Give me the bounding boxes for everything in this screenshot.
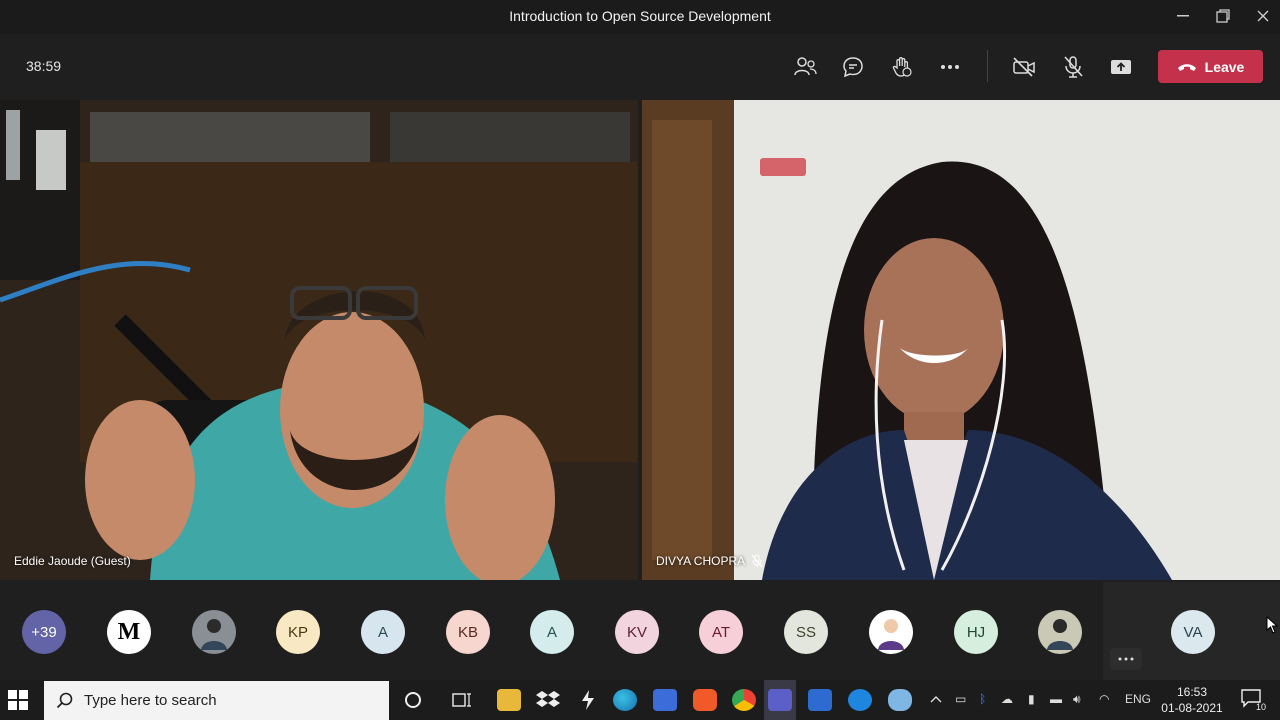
share-tray-icon	[1111, 60, 1131, 74]
language-indicator[interactable]: ENG	[1125, 692, 1151, 706]
more-participants-button[interactable]	[1110, 648, 1142, 670]
bluetooth-icon[interactable]: ᛒ	[979, 692, 986, 706]
participant-avatar[interactable]: KP	[276, 610, 320, 654]
windows-start-icon[interactable]	[8, 690, 28, 710]
avatar-initials: M	[117, 618, 141, 645]
window-title: Introduction to Open Source Development	[509, 8, 771, 24]
avatar-initials: HJ	[966, 623, 986, 641]
participant-avatar[interactable]: KV	[615, 610, 659, 654]
avatar-initials: A	[377, 623, 388, 641]
leave-button[interactable]: Leave	[1158, 50, 1263, 83]
minimize-icon	[1177, 15, 1189, 17]
avatar-initials: VA	[1183, 623, 1203, 641]
battery-icon[interactable]: ▬	[1050, 692, 1062, 706]
mic-tray-icon[interactable]: ▮	[1028, 692, 1035, 706]
participant-name: DIVYA CHOPRA	[656, 554, 746, 568]
windows-taskbar: Type here to search ▭ ᛒ ☁ ▮ ▬ 🔊︎ ◠ ENG 1…	[0, 680, 1280, 720]
participant-avatar[interactable]: M	[107, 610, 151, 654]
participant-strip: +39 M KP A KB A KV AT SS HJ VA	[0, 582, 1280, 680]
brave-browser-icon[interactable]	[693, 689, 717, 711]
video-tile-divya[interactable]: DIVYA CHOPRA	[642, 100, 1280, 580]
taskbar-clock[interactable]: 16:53 01-08-2021	[1160, 684, 1224, 716]
dropbox-icon[interactable]	[536, 689, 560, 711]
graduate-avatar[interactable]	[869, 610, 913, 654]
clock-date: 01-08-2021	[1161, 701, 1223, 715]
file-explorer-icon[interactable]	[497, 689, 521, 711]
participant-name-label: DIVYA CHOPRA	[656, 554, 763, 568]
avatar-initials: SS	[795, 623, 816, 641]
people-icon	[794, 57, 817, 76]
mic-off-icon	[1064, 56, 1083, 78]
teams-icon[interactable]	[768, 689, 792, 711]
cortana-icon[interactable]	[404, 691, 422, 709]
participant-name: Eddie Jaoude (Guest)	[14, 554, 131, 568]
app-bolt-icon[interactable]	[579, 689, 597, 711]
avatar-initials: AT	[711, 623, 731, 641]
task-view-icon[interactable]	[452, 691, 472, 709]
edge-browser-icon[interactable]	[613, 689, 637, 711]
volume-icon[interactable]: 🔊︎	[1073, 692, 1081, 707]
taskbar-search-box[interactable]: Type here to search	[44, 681, 389, 720]
avatar-initials: KV	[626, 623, 647, 641]
video-tile-eddie[interactable]: Eddie Jaoude (Guest)	[0, 100, 638, 580]
notification-center-button[interactable]: 10	[1240, 688, 1266, 712]
mic-muted-icon	[751, 554, 763, 568]
participant-name-label: Eddie Jaoude (Guest)	[14, 554, 131, 568]
more-actions-button[interactable]	[937, 54, 963, 80]
participant-avatar[interactable]: SS	[784, 610, 828, 654]
leave-button-label: Leave	[1204, 58, 1245, 75]
clock-time: 16:53	[1176, 685, 1208, 699]
close-icon	[1257, 10, 1269, 22]
hang-up-icon	[1177, 63, 1196, 71]
avatar-initials: KP	[287, 623, 308, 641]
overflow-count-avatar[interactable]: +39	[22, 610, 66, 654]
participant-avatar[interactable]: HJ	[954, 610, 998, 654]
photo-avatar[interactable]	[192, 610, 236, 654]
participant-avatar[interactable]: KB	[446, 610, 490, 654]
search-placeholder: Type here to search	[84, 692, 217, 709]
tray-device-icon[interactable]: ▭	[955, 692, 966, 706]
close-window-button[interactable]	[1243, 4, 1280, 28]
cloud-icon[interactable]: ☁	[1001, 692, 1013, 706]
toolbar-separator	[987, 50, 988, 82]
chat-button[interactable]	[840, 54, 866, 80]
camera-toggle-button[interactable]	[1011, 54, 1037, 80]
chrome-browser-icon[interactable]	[732, 689, 756, 711]
video-feed-divya	[642, 100, 1280, 580]
meet-app-icon[interactable]	[808, 689, 832, 711]
help-icon[interactable]	[848, 689, 872, 711]
share-screen-button[interactable]	[1108, 54, 1134, 80]
video-feed-eddie	[0, 100, 638, 580]
maximize-button[interactable]	[1203, 4, 1243, 28]
weather-icon[interactable]	[888, 689, 912, 711]
participants-button[interactable]	[792, 54, 818, 80]
participant-avatar[interactable]: AT	[699, 610, 743, 654]
more-icon	[941, 65, 959, 69]
camera-off-icon	[1013, 57, 1035, 77]
dev-app-icon[interactable]	[653, 689, 677, 711]
window-titlebar: Introduction to Open Source Development	[0, 0, 1280, 34]
raise-hand-button[interactable]	[889, 54, 915, 80]
participant-avatar[interactable]: VA	[1171, 610, 1215, 654]
wifi-icon[interactable]: ◠	[1099, 692, 1109, 706]
participant-avatar[interactable]: A	[530, 610, 574, 654]
minimize-button[interactable]	[1163, 4, 1203, 28]
chevron-up-icon[interactable]	[930, 694, 942, 704]
notification-count: 10	[1255, 702, 1266, 712]
participant-avatar[interactable]: A	[361, 610, 405, 654]
meeting-timer: 38:59	[26, 58, 62, 74]
avatar-initials: A	[546, 623, 557, 641]
avatar-initials: +39	[31, 623, 57, 641]
more-icon	[1118, 657, 1134, 661]
avatar-initials: KB	[457, 623, 478, 641]
chat-icon	[843, 57, 863, 78]
meeting-toolbar: 38:59 Leave	[0, 34, 1280, 98]
mic-toggle-button[interactable]	[1060, 54, 1086, 80]
search-icon	[56, 692, 73, 708]
mouse-cursor-icon	[1266, 616, 1279, 634]
restore-icon	[1216, 9, 1230, 23]
photo-avatar[interactable]	[1038, 610, 1082, 654]
hand-icon	[892, 57, 912, 77]
